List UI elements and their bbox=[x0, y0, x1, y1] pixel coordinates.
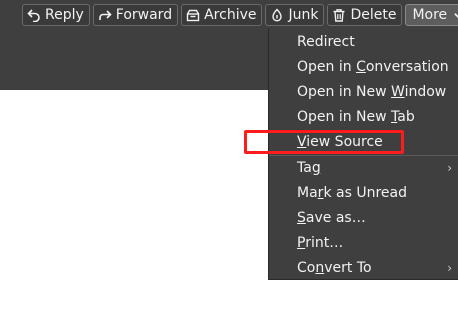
menu-item-save-as[interactable]: Save as… bbox=[269, 206, 458, 231]
menu-item-label: Ma bbox=[297, 185, 318, 201]
archive-icon bbox=[186, 8, 200, 22]
menu-item-accesskey: g bbox=[311, 160, 321, 176]
menu-item-mark-as-unread[interactable]: Mark as Unread bbox=[269, 181, 458, 206]
forward-label: Forward bbox=[115, 7, 173, 23]
menu-item-label-rest: rint… bbox=[305, 235, 344, 251]
menu-item-accesskey: S bbox=[297, 210, 306, 226]
menu-item-redirect[interactable]: Redirect bbox=[269, 30, 458, 55]
forward-icon bbox=[98, 8, 112, 22]
menu-item-label-rest: vert To bbox=[324, 260, 372, 276]
delete-button[interactable]: Delete bbox=[327, 4, 403, 26]
menu-item-accesskey: W bbox=[391, 84, 405, 100]
archive-button[interactable]: Archive bbox=[181, 4, 263, 26]
menu-item-open-in-new-window[interactable]: Open in New Window bbox=[269, 80, 458, 105]
menu-item-open-in-new-tab[interactable]: Open in New Tab bbox=[269, 105, 458, 130]
menu-item-convert-to[interactable]: Convert To › bbox=[269, 256, 458, 281]
reply-icon bbox=[27, 8, 41, 22]
menu-item-label: Ta bbox=[297, 160, 312, 176]
menu-item-label-rest: ab bbox=[397, 109, 415, 125]
more-menu: Redirect Open in Conversation Open in Ne… bbox=[268, 28, 458, 280]
junk-button[interactable]: Junk bbox=[265, 4, 325, 26]
junk-label: Junk bbox=[288, 7, 319, 23]
reply-label: Reply bbox=[45, 7, 84, 23]
menu-item-accesskey: n bbox=[315, 260, 325, 276]
trash-icon bbox=[332, 8, 346, 22]
menu-item-label-rest: indow bbox=[404, 84, 447, 100]
submenu-arrow-icon: › bbox=[447, 161, 452, 175]
chevron-down-icon bbox=[451, 8, 458, 22]
submenu-arrow-icon: › bbox=[447, 261, 452, 275]
archive-label: Archive bbox=[204, 7, 257, 23]
menu-item-print[interactable]: Print… bbox=[269, 231, 458, 256]
delete-label: Delete bbox=[350, 7, 397, 23]
message-toolbar: Reply Forward Archive Junk Delete More bbox=[22, 4, 458, 26]
menu-item-accesskey: P bbox=[297, 235, 306, 251]
reply-button[interactable]: Reply bbox=[22, 4, 90, 26]
menu-item-label: Open in New bbox=[297, 109, 392, 125]
forward-button[interactable]: Forward bbox=[92, 4, 179, 26]
more-label: More bbox=[412, 7, 448, 23]
junk-icon bbox=[270, 8, 284, 22]
menu-item-label-rest: k as Unread bbox=[323, 185, 407, 201]
menu-item-tag[interactable]: Tag › bbox=[269, 156, 458, 181]
menu-item-label: Open in New bbox=[297, 84, 392, 100]
menu-item-label: Open in bbox=[297, 59, 357, 75]
menu-item-open-in-conversation[interactable]: Open in Conversation bbox=[269, 55, 458, 80]
menu-item-label-rest: ave as… bbox=[305, 210, 366, 226]
menu-item-label: Redirect bbox=[297, 34, 355, 50]
view-source-highlight bbox=[244, 130, 404, 154]
menu-item-label: Co bbox=[297, 260, 316, 276]
menu-item-accesskey: C bbox=[356, 59, 366, 75]
menu-item-label-rest: onversation bbox=[365, 59, 449, 75]
more-button[interactable]: More bbox=[405, 4, 458, 26]
